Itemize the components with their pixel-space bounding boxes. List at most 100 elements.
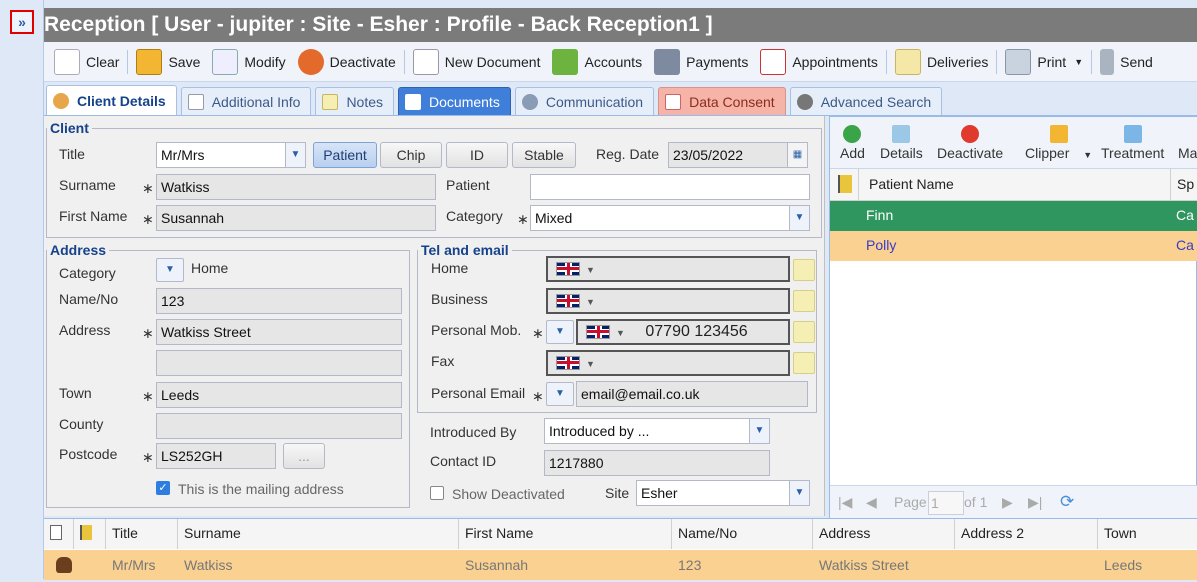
email-field[interactable]: email@email.co.uk	[576, 381, 808, 407]
surname-column-header[interactable]: Surname	[178, 519, 459, 549]
email-type-dropdown[interactable]: ▼	[546, 382, 574, 406]
town-field[interactable]: Leeds	[156, 382, 402, 408]
name-no-column-header[interactable]: Name/No	[672, 519, 813, 549]
tab-notes[interactable]: Notes	[315, 87, 395, 115]
patient-row[interactable]: Finn Ca	[830, 201, 1197, 231]
mobile-phone-field[interactable]: ▼ 07790 123456	[576, 319, 790, 345]
surname-label: Surname	[59, 177, 116, 193]
tab-documents[interactable]: Documents	[398, 87, 511, 115]
postcode-label: Postcode	[59, 446, 118, 462]
tab-client-details[interactable]: Client Details	[46, 85, 177, 115]
previous-page-icon[interactable]: ◀	[866, 494, 877, 511]
uk-flag-icon[interactable]	[556, 293, 580, 308]
address-line2-field[interactable]	[156, 350, 402, 376]
surname-field[interactable]: Watkiss	[156, 174, 436, 200]
reg-date-field[interactable]: 23/05/2022 ▦	[668, 142, 808, 168]
expand-panel-button[interactable]: »	[10, 10, 34, 34]
address-column-header[interactable]: Address	[813, 519, 955, 549]
client-address2-cell	[955, 551, 961, 579]
email-label: Personal Email	[431, 385, 526, 401]
note-icon[interactable]	[793, 352, 815, 374]
address-category-value: Home	[191, 260, 229, 276]
clipper-button[interactable]: Clipper ▼	[1025, 125, 1092, 161]
species-header[interactable]: Sp	[1170, 169, 1194, 201]
show-deactivated-label: Show Deactivated	[452, 486, 565, 502]
refresh-icon[interactable]: ⟳	[1060, 492, 1074, 512]
chevron-down-icon[interactable]: ▼	[789, 206, 809, 230]
chevron-down-icon[interactable]: ▼	[285, 143, 305, 167]
add-patient-button[interactable]: Add	[840, 125, 865, 161]
payments-button[interactable]: Payments	[648, 47, 754, 77]
mobile-type-dropdown[interactable]: ▼	[546, 320, 574, 344]
postcode-lookup-button[interactable]: ...	[283, 443, 325, 469]
category-select[interactable]: Mixed ▼	[530, 205, 810, 231]
note-icon[interactable]	[793, 259, 815, 281]
details-button[interactable]: Details	[880, 125, 923, 161]
address-category-dropdown[interactable]: ▼	[156, 258, 184, 282]
last-page-icon[interactable]: ▶|	[1028, 494, 1042, 511]
tab-communication[interactable]: Communication	[514, 87, 655, 115]
accounts-button[interactable]: Accounts	[546, 47, 648, 77]
client-town-cell: Leeds	[1104, 557, 1143, 573]
next-page-icon[interactable]: ▶	[1002, 494, 1013, 511]
more-button[interactable]: Ma	[1178, 125, 1197, 161]
client-form-panel: Client Title Mr/Mrs ▼ Patient Chip ID St…	[44, 116, 825, 516]
patient-name-header[interactable]: Patient Name	[858, 169, 954, 201]
print-label: Print	[1037, 53, 1067, 70]
uk-flag-icon[interactable]	[556, 355, 580, 370]
introduced-by-select[interactable]: Introduced by ... ▼	[544, 418, 770, 444]
modify-button[interactable]: Modify	[206, 47, 291, 77]
postcode-field[interactable]: LS252GH	[156, 443, 276, 469]
show-deactivated-checkbox[interactable]	[430, 486, 444, 500]
site-select[interactable]: Esher ▼	[636, 480, 810, 506]
note-icon[interactable]	[793, 321, 815, 343]
save-button[interactable]: Save	[130, 47, 206, 77]
patient-row[interactable]: Polly Ca	[830, 231, 1197, 261]
first-page-icon[interactable]: |◀	[838, 494, 852, 511]
chevron-down-icon[interactable]: ▼	[749, 419, 769, 443]
address2-column-header[interactable]: Address 2	[955, 519, 1098, 549]
patient-type-button[interactable]: Patient	[313, 142, 377, 168]
address-line1-field[interactable]: Watkiss Street	[156, 319, 402, 345]
patients-paging-bar: |◀ ◀ Page 1 of 1 ▶ ▶| ⟳	[830, 485, 1197, 519]
calendar-icon[interactable]: ▦	[787, 143, 807, 167]
title-column-header[interactable]: Title	[106, 519, 178, 549]
send-button[interactable]: Send	[1094, 47, 1159, 77]
chip-type-button[interactable]: Chip	[380, 142, 442, 168]
new-document-button[interactable]: New Document	[407, 47, 547, 77]
treatment-button[interactable]: Treatment	[1101, 125, 1164, 161]
title-select[interactable]: Mr/Mrs ▼	[156, 142, 306, 168]
contact-id-field[interactable]: 1217880	[544, 450, 770, 476]
tab-bar: Client Details Additional Info Notes Doc…	[44, 84, 1197, 116]
uk-flag-icon[interactable]	[556, 261, 580, 276]
name-no-field[interactable]: 123	[156, 288, 402, 314]
town-column-header[interactable]: Town	[1098, 519, 1197, 549]
county-field[interactable]	[156, 413, 402, 439]
patient-field[interactable]	[530, 174, 810, 200]
deactivate-button[interactable]: Deactivate	[292, 47, 402, 77]
fax-field[interactable]: ▼	[546, 350, 790, 376]
deliveries-button[interactable]: Deliveries	[889, 47, 994, 77]
print-button[interactable]: Print ▼	[999, 47, 1089, 77]
tab-advanced-search[interactable]: Advanced Search	[789, 87, 943, 115]
chevron-down-icon[interactable]: ▼	[789, 481, 809, 505]
uk-flag-icon[interactable]	[586, 324, 610, 339]
first-name-column-header[interactable]: First Name	[459, 519, 672, 549]
business-phone-field[interactable]: ▼	[546, 288, 790, 314]
tab-label: Client Details	[77, 92, 166, 109]
id-type-button[interactable]: ID	[446, 142, 508, 168]
page-number-input[interactable]: 1	[928, 491, 964, 515]
chevron-down-icon[interactable]: ▼	[1074, 57, 1083, 67]
chevron-down-icon[interactable]: ▼	[1083, 150, 1092, 160]
tab-additional-info[interactable]: Additional Info	[180, 87, 312, 115]
first-name-field[interactable]: Susannah	[156, 205, 436, 231]
appointments-button[interactable]: Appointments	[754, 47, 884, 77]
tab-data-consent[interactable]: Data Consent	[658, 87, 786, 115]
clear-button[interactable]: Clear	[48, 47, 125, 77]
deactivate-patient-button[interactable]: Deactivate	[937, 125, 1003, 161]
home-phone-field[interactable]: ▼	[546, 256, 790, 282]
note-icon[interactable]	[793, 290, 815, 312]
mailing-address-checkbox[interactable]: ✓	[156, 481, 170, 495]
tab-label: Data Consent	[689, 93, 775, 110]
stable-type-button[interactable]: Stable	[512, 142, 576, 168]
